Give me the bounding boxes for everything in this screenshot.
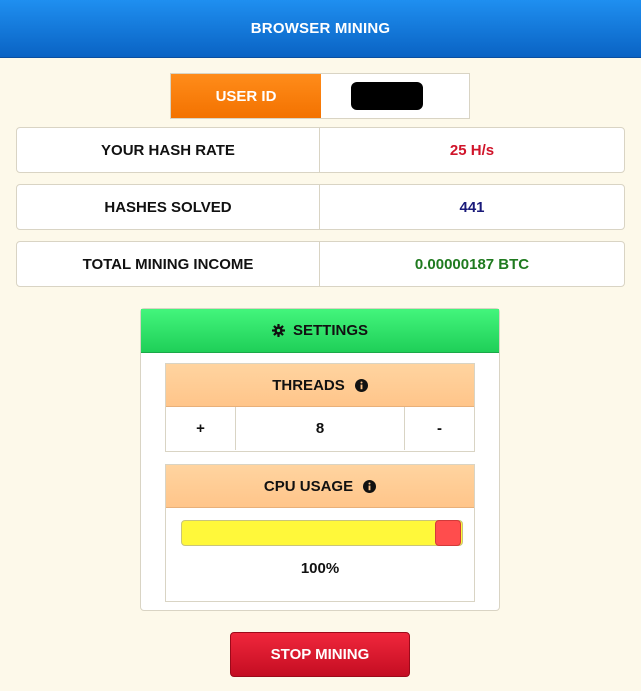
page-title: BROWSER MINING [250, 20, 391, 37]
cpu-usage-label: CPU USAGE [263, 477, 354, 495]
info-icon[interactable] [354, 378, 368, 392]
mining-income-label: TOTAL MINING INCOME [17, 242, 320, 286]
settings-header: SETTINGS [141, 309, 499, 353]
threads-panel: THREADS + 8 - [165, 363, 475, 452]
cpu-usage-panel: CPU USAGE 100% [165, 464, 475, 602]
cpu-usage-header: CPU USAGE [166, 465, 474, 508]
user-id-label: USER ID [171, 74, 321, 118]
user-id-value [321, 74, 469, 118]
threads-label: THREADS [272, 376, 345, 394]
hash-rate-value: 25 H/s [449, 141, 495, 159]
cpu-usage-value: 100% [300, 560, 340, 577]
settings-panel: SETTINGS THREADS + 8 - CPU USAGE 100% [140, 308, 500, 611]
threads-decrease-button[interactable]: - [404, 407, 474, 450]
threads-stepper: + 8 - [166, 407, 474, 450]
redacted-block [351, 82, 423, 110]
stop-mining-button[interactable]: STOP MINING [230, 632, 410, 677]
info-icon[interactable] [363, 479, 377, 493]
user-id-box: USER ID [170, 73, 470, 119]
threads-header: THREADS [166, 364, 474, 407]
mining-income-row: TOTAL MINING INCOME 0.00000187 BTC [16, 241, 625, 287]
gear-icon [271, 324, 285, 337]
cpu-usage-slider[interactable] [181, 520, 463, 546]
threads-increase-button[interactable]: + [166, 407, 236, 450]
hashes-solved-label: HASHES SOLVED [17, 185, 320, 229]
hashes-solved-value: 441 [459, 198, 485, 216]
mining-income-value: 0.00000187 BTC [414, 255, 530, 273]
hashes-solved-row: HASHES SOLVED 441 [16, 184, 625, 230]
settings-title: SETTINGS [292, 322, 368, 339]
hash-rate-row: YOUR HASH RATE 25 H/s [16, 127, 625, 173]
threads-count: 8 [315, 420, 325, 437]
slider-handle[interactable] [435, 520, 461, 546]
hash-rate-label: YOUR HASH RATE [17, 128, 320, 172]
header-bar: BROWSER MINING [0, 0, 641, 58]
